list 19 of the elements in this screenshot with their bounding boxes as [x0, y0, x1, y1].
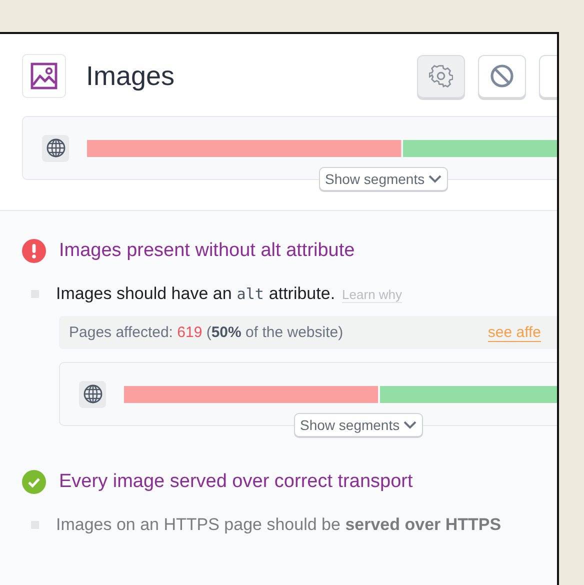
block-icon	[489, 63, 515, 89]
page-title: Images	[86, 60, 176, 92]
settings-icon	[429, 64, 453, 88]
issue-description: Images should have an alt attribute.	[56, 284, 336, 304]
chevron-icon	[402, 420, 417, 430]
globe-icon	[79, 380, 106, 408]
issue-title: Every image served over correct transport	[59, 471, 413, 493]
chevron-icon	[428, 174, 442, 184]
issue-title: Images present without alt attribute	[59, 240, 355, 262]
show-segments-button[interactable]: Show segments	[319, 167, 448, 191]
image-icon	[22, 54, 66, 98]
check-icon	[22, 470, 46, 494]
issue-description: Images on an HTTPS page should be served over HTTPS	[56, 515, 502, 535]
pages-affected-text: Pages affected: 619 (50% of the website)	[69, 324, 344, 341]
globe-icon	[42, 134, 69, 162]
settings-button[interactable]	[417, 54, 465, 98]
error-icon	[22, 239, 46, 263]
show-segments-button[interactable]: Show segments	[294, 413, 423, 437]
block-button[interactable]	[478, 54, 526, 98]
